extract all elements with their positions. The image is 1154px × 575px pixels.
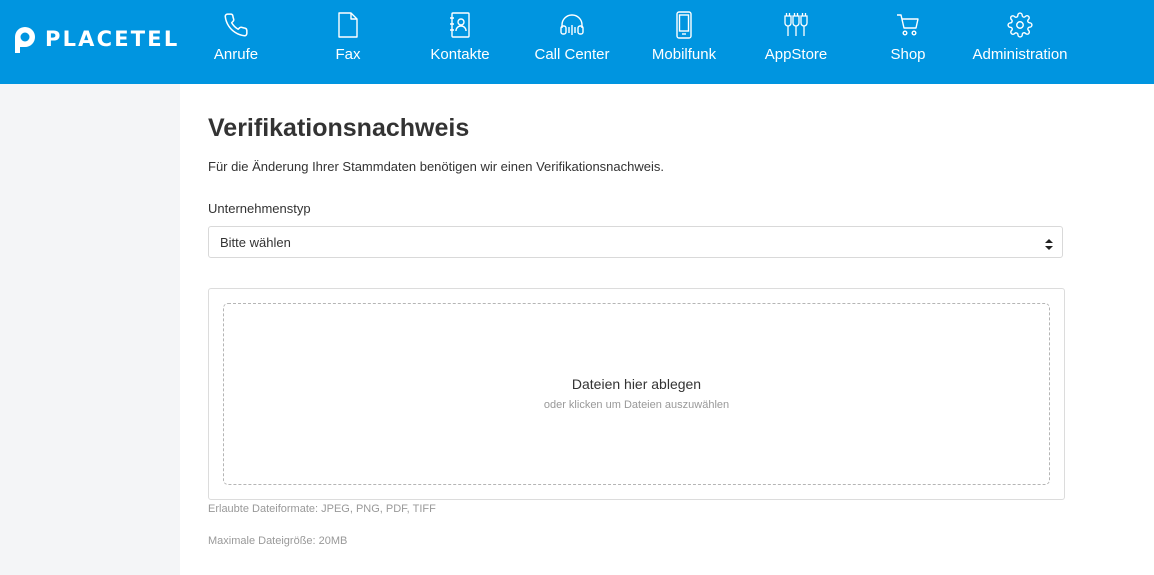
plug-icon bbox=[782, 11, 810, 39]
dropzone-title: Dateien hier ablegen bbox=[571, 376, 702, 392]
nav-item-anrufe[interactable]: Anrufe bbox=[176, 0, 296, 84]
nav-item-call-center[interactable]: Call Center bbox=[512, 0, 632, 84]
nav-item-label: Anrufe bbox=[213, 46, 259, 63]
logo-mark-icon bbox=[15, 27, 35, 53]
left-sidebar bbox=[0, 84, 180, 575]
file-dropzone[interactable]: Dateien hier ablegen oder klicken um Dat… bbox=[223, 303, 1050, 485]
main-content: Verifikationsnachweis Für die Änderung I… bbox=[180, 84, 1154, 575]
document-icon bbox=[334, 11, 362, 39]
gear-icon bbox=[1006, 11, 1034, 39]
allowed-formats-hint: Erlaubte Dateiformate: JPEG, PNG, PDF, T… bbox=[208, 503, 436, 515]
nav-item-mobilfunk[interactable]: Mobilfunk bbox=[624, 0, 744, 84]
mobile-icon bbox=[670, 11, 698, 39]
company-type-select[interactable]: Bitte wählen bbox=[208, 226, 1063, 258]
nav-item-label: Call Center bbox=[534, 46, 610, 63]
select-arrows-icon bbox=[1045, 237, 1053, 255]
nav-item-appstore[interactable]: AppStore bbox=[736, 0, 856, 84]
nav-item-label: AppStore bbox=[764, 46, 828, 63]
company-type-selected-value: Bitte wählen bbox=[220, 235, 291, 250]
max-file-size-hint: Maximale Dateigröße: 20MB bbox=[208, 535, 348, 547]
nav-item-shop[interactable]: Shop bbox=[848, 0, 968, 84]
nav-item-administration[interactable]: Administration bbox=[960, 0, 1080, 84]
contacts-icon bbox=[446, 11, 474, 39]
company-type-label: Unternehmenstyp bbox=[208, 201, 311, 216]
top-navigation-bar: PLACETEL Anrufe Fax Kontakte Call Center… bbox=[0, 0, 1154, 84]
placetel-logo[interactable]: PLACETEL bbox=[12, 24, 179, 54]
nav-item-label: Mobilfunk bbox=[651, 46, 717, 63]
intro-text: Für die Änderung Ihrer Stammdaten benöti… bbox=[208, 159, 664, 174]
headset-icon bbox=[558, 11, 586, 39]
nav-item-label: Administration bbox=[972, 46, 1068, 63]
dropzone-subtitle: oder klicken um Dateien auszuwählen bbox=[543, 399, 730, 411]
nav-item-fax[interactable]: Fax bbox=[288, 0, 408, 84]
cart-icon bbox=[894, 11, 922, 39]
phone-icon bbox=[222, 11, 250, 39]
upload-panel: Dateien hier ablegen oder klicken um Dat… bbox=[208, 288, 1065, 500]
nav-item-label: Kontakte bbox=[430, 46, 490, 63]
nav-item-kontakte[interactable]: Kontakte bbox=[400, 0, 520, 84]
page-title: Verifikationsnachweis bbox=[208, 114, 470, 142]
nav-item-label: Fax bbox=[335, 46, 361, 63]
brand-name: PLACETEL bbox=[45, 27, 180, 51]
nav-item-label: Shop bbox=[890, 46, 926, 63]
